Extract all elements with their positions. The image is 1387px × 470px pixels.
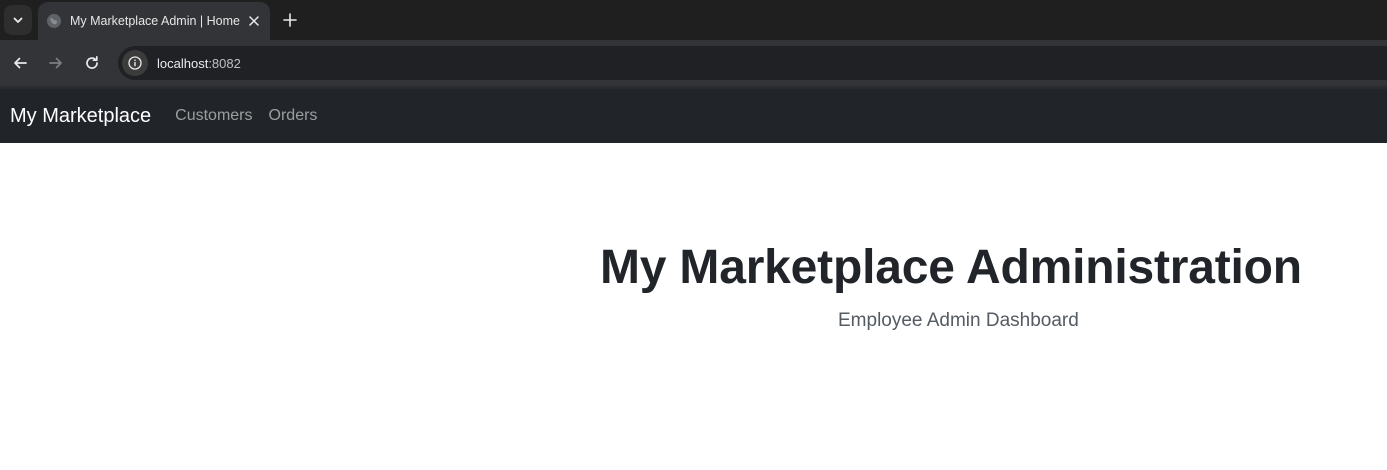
tab-search-button[interactable]	[4, 5, 32, 35]
chevron-down-icon	[13, 17, 23, 23]
forward-button[interactable]	[42, 49, 70, 77]
reload-icon	[86, 55, 98, 69]
url-host: localhost	[157, 55, 209, 71]
url-port: :8082	[208, 55, 241, 71]
page-title: My Marketplace Administration	[600, 241, 1302, 294]
new-tab-button[interactable]	[278, 8, 302, 32]
tab-title: My Marketplace Admin | Home	[70, 14, 240, 28]
close-icon[interactable]	[244, 11, 264, 31]
back-button[interactable]	[6, 49, 34, 77]
arrow-right-icon	[49, 57, 62, 69]
reload-button[interactable]	[78, 49, 106, 77]
address-bar[interactable]: localhost:8082	[118, 46, 1387, 80]
globe-icon	[46, 13, 62, 29]
browser-tab-strip: My Marketplace Admin | Home	[0, 0, 1387, 40]
page-subtitle: Employee Admin Dashboard	[838, 310, 1079, 331]
plus-icon	[283, 13, 297, 27]
arrow-left-icon	[14, 57, 27, 69]
browser-toolbar: localhost:8082	[0, 40, 1387, 86]
app-navbar: My Marketplace Customers Orders	[0, 89, 1387, 143]
info-icon[interactable]	[122, 50, 148, 76]
nav-link-customers[interactable]: Customers	[175, 107, 252, 125]
browser-tab-active[interactable]: My Marketplace Admin | Home	[38, 2, 270, 40]
navbar-brand[interactable]: My Marketplace	[10, 105, 151, 128]
url-text: localhost:8082	[157, 56, 241, 71]
nav-link-orders[interactable]: Orders	[269, 107, 318, 125]
